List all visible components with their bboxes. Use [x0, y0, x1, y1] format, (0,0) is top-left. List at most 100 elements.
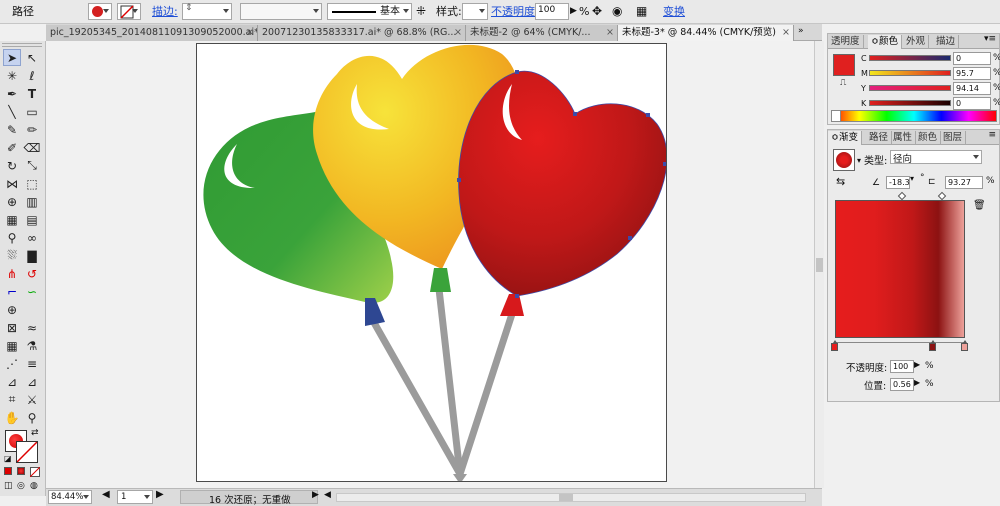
- fill-swatch-dropdown[interactable]: [88, 3, 112, 20]
- blend-tool-icon[interactable]: ∞: [23, 229, 41, 246]
- lasso-tool-icon[interactable]: ℓ: [23, 67, 41, 84]
- convert-anchor-tool-icon[interactable]: ↺: [23, 265, 41, 282]
- panel-menu-icon[interactable]: ≡: [988, 130, 996, 140]
- close-icon[interactable]: ×: [606, 25, 614, 40]
- gradient-type-select[interactable]: 径向: [890, 150, 982, 165]
- draw-behind-icon[interactable]: ◎: [17, 481, 25, 491]
- none-swatch-icon[interactable]: [832, 111, 841, 121]
- artboard-tool-icon[interactable]: ⊠: [3, 319, 21, 336]
- zoom-tool-icon[interactable]: ⚲: [23, 409, 41, 426]
- channel-y-slider[interactable]: [869, 85, 951, 91]
- gradient-stop[interactable]: [961, 340, 968, 351]
- blob-brush-tool-icon[interactable]: ✐: [3, 139, 21, 156]
- color-spectrum-bar[interactable]: [831, 110, 997, 122]
- tab-transparency[interactable]: 透明度: [828, 35, 864, 49]
- next-artboard-icon[interactable]: ▶: [156, 489, 164, 500]
- transform-link[interactable]: 变换: [663, 3, 685, 20]
- knife-tool-icon[interactable]: ⚔: [23, 391, 41, 408]
- channel-k-input[interactable]: 0: [953, 97, 991, 110]
- opacity-input[interactable]: 100: [535, 3, 569, 20]
- stroke-weight-input[interactable]: ⇕: [182, 3, 232, 20]
- out-of-gamut-icon[interactable]: ⎍: [840, 78, 846, 88]
- slice-tool-icon[interactable]: ▦: [3, 337, 21, 354]
- tab-layers[interactable]: 图层: [940, 131, 967, 145]
- scroll-left-icon[interactable]: ◀: [324, 490, 331, 500]
- zoom-field[interactable]: 84.44%: [48, 490, 92, 504]
- artboard[interactable]: [196, 43, 668, 484]
- gradient-stop[interactable]: [831, 340, 838, 351]
- tab-document-2[interactable]: 20071230135833317.ai* @ 68.8% (RG... ×: [258, 25, 466, 41]
- type-tool-icon[interactable]: T: [23, 85, 41, 102]
- recolor-artwork-icon[interactable]: ✥: [592, 3, 608, 20]
- gradient-tool-icon[interactable]: ▤: [23, 211, 41, 228]
- brush-definition-dropdown[interactable]: 基本: [327, 3, 412, 20]
- midpoint-diamond[interactable]: [937, 191, 947, 201]
- status-info[interactable]: 16 次还原；无重做: [180, 490, 318, 506]
- draw-normal-icon[interactable]: ◫: [4, 481, 13, 491]
- canvas-area[interactable]: [46, 41, 814, 488]
- gradient-dropdown-icon[interactable]: ▾: [857, 156, 861, 165]
- target-tool-icon[interactable]: ⊕: [3, 301, 21, 318]
- tab-document-1[interactable]: pic_19205345_20140811091309052000.ai* ×: [46, 25, 258, 41]
- pen-tool-icon[interactable]: ✒: [3, 85, 21, 102]
- hand-tool-icon[interactable]: ✋: [3, 409, 21, 426]
- globe-icon[interactable]: ◉: [612, 3, 628, 20]
- draw-inside-icon[interactable]: ◍: [30, 481, 38, 491]
- tab-document-4[interactable]: 未标题-3* @ 84.44% (CMYK/预览) ×: [618, 25, 794, 41]
- gradient-preview-area[interactable]: [835, 200, 965, 338]
- scale-tool-icon[interactable]: ⤡: [23, 157, 41, 174]
- pencil-tool-icon[interactable]: ✏: [23, 121, 41, 138]
- aspect-ratio-input[interactable]: 93.27: [945, 176, 983, 189]
- previous-artboard-icon[interactable]: ◀: [102, 489, 110, 500]
- tab-attributes[interactable]: 属性: [890, 131, 917, 145]
- tab-appearance[interactable]: 外观: [903, 35, 930, 49]
- gradient-preview-swatch[interactable]: [833, 149, 855, 171]
- magic-wand-tool-icon[interactable]: ✳: [3, 67, 21, 84]
- paintbrush-tool-icon[interactable]: ✎: [3, 121, 21, 138]
- eyedropper-tool-icon[interactable]: ⚲: [3, 229, 21, 246]
- close-icon[interactable]: ×: [454, 25, 462, 40]
- vertical-scrollbar[interactable]: [814, 41, 824, 488]
- scrollbar-thumb[interactable]: [816, 258, 823, 272]
- join-tool-icon[interactable]: ⌐: [3, 283, 21, 300]
- channel-c-input[interactable]: 0: [953, 52, 991, 65]
- rectangle-tool-icon[interactable]: ▭: [23, 103, 41, 120]
- crystallize-tool-icon[interactable]: ⋰: [3, 355, 21, 372]
- line-tool-icon[interactable]: ╲: [3, 103, 21, 120]
- close-icon[interactable]: ×: [246, 25, 254, 40]
- expand-icon[interactable]: ⁜: [416, 3, 430, 20]
- stroke-box[interactable]: [16, 441, 38, 463]
- tab-color[interactable]: ≎颜色: [868, 35, 902, 49]
- channel-k-slider[interactable]: [869, 100, 951, 106]
- width-tool-icon[interactable]: ⋈: [3, 175, 21, 192]
- ruler-tool-icon[interactable]: ⊿: [23, 373, 41, 390]
- red-balloon[interactable]: [457, 70, 668, 316]
- channel-m-input[interactable]: 95.7: [953, 67, 991, 80]
- tab-document-3[interactable]: 未标题-2 @ 64% (CMYK/... ×: [466, 25, 618, 41]
- align-grid-icon[interactable]: ▦: [636, 3, 660, 20]
- graphic-style-dropdown[interactable]: [462, 3, 488, 20]
- stroke-link[interactable]: 描边:: [152, 3, 178, 20]
- reverse-gradient-icon[interactable]: ⇆: [836, 175, 845, 188]
- live-paint-tool-icon[interactable]: ⚗: [23, 337, 41, 354]
- anchor-tool-icon[interactable]: ⋔: [3, 265, 21, 282]
- scrollbar-thumb[interactable]: [559, 494, 573, 501]
- gradient-slider-track[interactable]: [835, 342, 965, 343]
- variable-width-dropdown[interactable]: [240, 3, 322, 20]
- rotate-tool-icon[interactable]: ↻: [3, 157, 21, 174]
- measure-tool-icon[interactable]: ⊿: [3, 373, 21, 390]
- tab-stroke[interactable]: 描边: [933, 35, 960, 49]
- perspective-grid-tool-icon[interactable]: ▥: [23, 193, 41, 210]
- balloon-artwork[interactable]: [197, 44, 668, 484]
- delete-stop-icon[interactable]: 🗑: [973, 200, 986, 211]
- stroke-swatch-dropdown[interactable]: [117, 3, 141, 20]
- stop-opacity-input[interactable]: 100: [890, 360, 914, 373]
- tabs-overflow-icon[interactable]: »: [798, 26, 804, 36]
- selection-tool-icon[interactable]: ➤: [3, 49, 21, 66]
- stop-location-input[interactable]: 0.56: [890, 378, 914, 391]
- mesh-tool-icon[interactable]: ▦: [3, 211, 21, 228]
- artboard-number-field[interactable]: 1: [117, 490, 153, 504]
- symbol-sprayer-tool-icon[interactable]: ⛆: [3, 247, 21, 264]
- list-tool-icon[interactable]: ≡: [23, 355, 41, 372]
- swap-fill-stroke-icon[interactable]: ⇄: [31, 428, 39, 438]
